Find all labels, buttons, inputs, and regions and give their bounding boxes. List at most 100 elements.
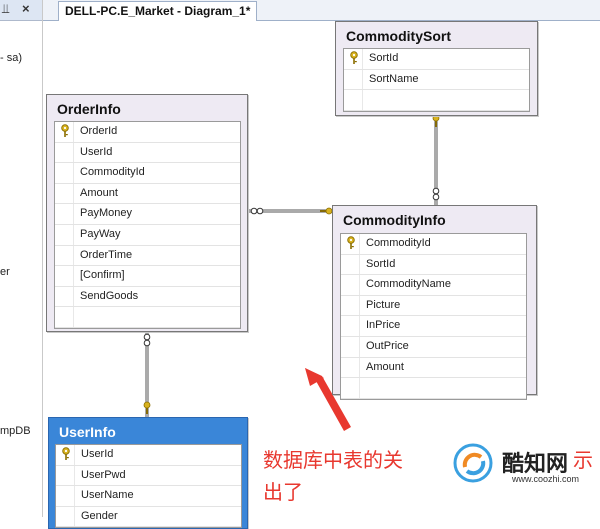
column-name: UserId <box>80 145 113 158</box>
column-row[interactable]: Amount <box>55 183 240 205</box>
row-selector[interactable] <box>55 142 74 163</box>
annotation-text-line1a: 数据库中表的关 <box>263 448 403 472</box>
column-name: UserName <box>81 489 134 502</box>
table-title: CommodityInfo <box>343 212 446 228</box>
column-row[interactable]: [Confirm] <box>55 266 240 287</box>
many-end-icon <box>143 333 151 341</box>
row-selector[interactable] <box>344 69 363 90</box>
column-grid: CommodityId SortId CommodityName Picture InP… <box>340 233 527 400</box>
row-selector[interactable] <box>341 336 360 357</box>
close-icon[interactable]: × <box>22 1 30 16</box>
many-end-icon <box>432 187 440 195</box>
row-selector[interactable] <box>55 307 74 327</box>
explorer-node-fragment[interactable]: er <box>0 266 10 278</box>
row-selector[interactable] <box>56 486 75 506</box>
key-end-icon <box>319 207 333 215</box>
column-row[interactable]: UserId <box>56 445 241 466</box>
column-name: SortName <box>369 72 419 85</box>
column-name: CommodityId <box>80 166 145 179</box>
column-name: UserId <box>81 448 114 460</box>
row-selector[interactable] <box>341 357 360 378</box>
key-end-icon <box>143 401 151 415</box>
column-row[interactable] <box>344 90 529 111</box>
column-row[interactable]: SortId <box>344 49 529 70</box>
column-row[interactable]: OutPrice <box>341 336 526 358</box>
row-selector[interactable] <box>341 378 360 398</box>
row-selector[interactable] <box>341 316 360 336</box>
column-row[interactable]: SortName <box>344 69 529 91</box>
column-row[interactable]: SendGoods <box>55 286 240 308</box>
column-row[interactable]: SortId <box>341 254 526 276</box>
row-selector[interactable] <box>341 275 360 295</box>
table-title: UserInfo <box>59 424 116 440</box>
table-commoditysort[interactable]: CommoditySort SortId SortName <box>335 21 538 116</box>
row-selector[interactable] <box>55 286 74 307</box>
column-row[interactable]: UserPwd <box>56 465 241 487</box>
column-row[interactable]: OrderTime <box>55 245 240 267</box>
column-name: OrderTime <box>80 248 133 261</box>
row-selector[interactable] <box>55 245 74 266</box>
row-selector[interactable] <box>56 465 75 486</box>
table-orderinfo[interactable]: OrderInfo OrderId UserId CommodityId Amount… <box>46 94 248 332</box>
tab-diagram[interactable]: DELL-PC.E_Market - Diagram_1* <box>58 1 258 21</box>
column-row[interactable]: Gender <box>56 506 241 528</box>
many-end-icon <box>250 207 258 215</box>
key-end-icon <box>432 114 440 128</box>
column-grid: SortId SortName <box>343 48 530 112</box>
column-name: InPrice <box>366 319 401 332</box>
table-title: OrderInfo <box>57 101 121 117</box>
column-name: PayWay <box>80 227 121 240</box>
table-userinfo[interactable]: UserInfo UserId UserPwd UserName Gender <box>48 417 248 529</box>
watermark-logo-icon <box>453 443 493 483</box>
row-selector[interactable] <box>55 266 74 286</box>
column-row[interactable] <box>55 307 240 328</box>
column-row[interactable]: CommodityName <box>341 275 526 296</box>
column-name: CommodityId <box>366 237 431 249</box>
row-selector[interactable] <box>341 295 360 316</box>
object-explorer-header: ⫫ × <box>0 0 42 21</box>
table-title: CommoditySort <box>346 28 451 44</box>
explorer-node-fragment[interactable]: mpDB <box>0 425 31 437</box>
column-name: UserPwd <box>81 468 126 481</box>
column-name: SortId <box>366 257 396 270</box>
column-name: PayMoney <box>80 207 132 220</box>
column-row[interactable]: Picture <box>341 295 526 317</box>
column-row[interactable]: Amount <box>341 357 526 379</box>
row-selector[interactable] <box>55 224 74 245</box>
column-name: OutPrice <box>366 339 409 352</box>
column-row[interactable]: PayWay <box>55 224 240 246</box>
column-name: Amount <box>366 360 404 373</box>
annotation-text-line1b: 示 <box>573 448 593 472</box>
row-selector[interactable] <box>55 204 74 224</box>
column-row[interactable]: CommodityId <box>55 163 240 184</box>
column-row[interactable]: OrderId <box>55 122 240 143</box>
row-selector[interactable] <box>55 163 74 183</box>
diagram-canvas[interactable]: CommoditySort SortId SortName OrderInfo O… <box>43 21 600 529</box>
column-row[interactable]: CommodityId <box>341 234 526 255</box>
pin-icon[interactable]: ⫫ <box>2 1 9 17</box>
column-row[interactable]: InPrice <box>341 316 526 337</box>
row-selector[interactable] <box>341 254 360 275</box>
column-row[interactable] <box>341 378 526 399</box>
column-row[interactable]: UserId <box>55 142 240 164</box>
watermark-url: www.coozhi.com <box>512 474 580 484</box>
document-tab-strip: DELL-PC.E_Market - Diagram_1* <box>43 0 600 21</box>
table-commodityinfo[interactable]: CommodityInfo CommodityId SortId Commodity… <box>332 205 537 400</box>
column-grid: UserId UserPwd UserName Gender <box>55 444 242 529</box>
relationship-orderinfo-commodityinfo[interactable] <box>245 207 333 215</box>
column-name: SortId <box>369 52 399 64</box>
row-selector[interactable] <box>344 90 363 110</box>
column-name: OrderId <box>80 125 118 137</box>
column-name: CommodityName <box>366 278 451 291</box>
primary-key-icon <box>62 447 70 460</box>
primary-key-icon <box>61 124 69 137</box>
column-row[interactable]: UserName <box>56 486 241 507</box>
relationship-commoditysort-commodityinfo[interactable] <box>432 114 440 205</box>
column-name: Picture <box>366 298 401 311</box>
column-row[interactable]: PayMoney <box>55 204 240 225</box>
annotation-text-line2: 出了 <box>263 480 303 504</box>
explorer-node-fragment[interactable]: - sa) <box>0 52 22 64</box>
row-selector[interactable] <box>55 183 74 204</box>
object-explorer-panel: ⫫ × - sa) er mpDB <box>0 0 43 517</box>
relationship-orderinfo-userinfo[interactable] <box>143 330 151 417</box>
